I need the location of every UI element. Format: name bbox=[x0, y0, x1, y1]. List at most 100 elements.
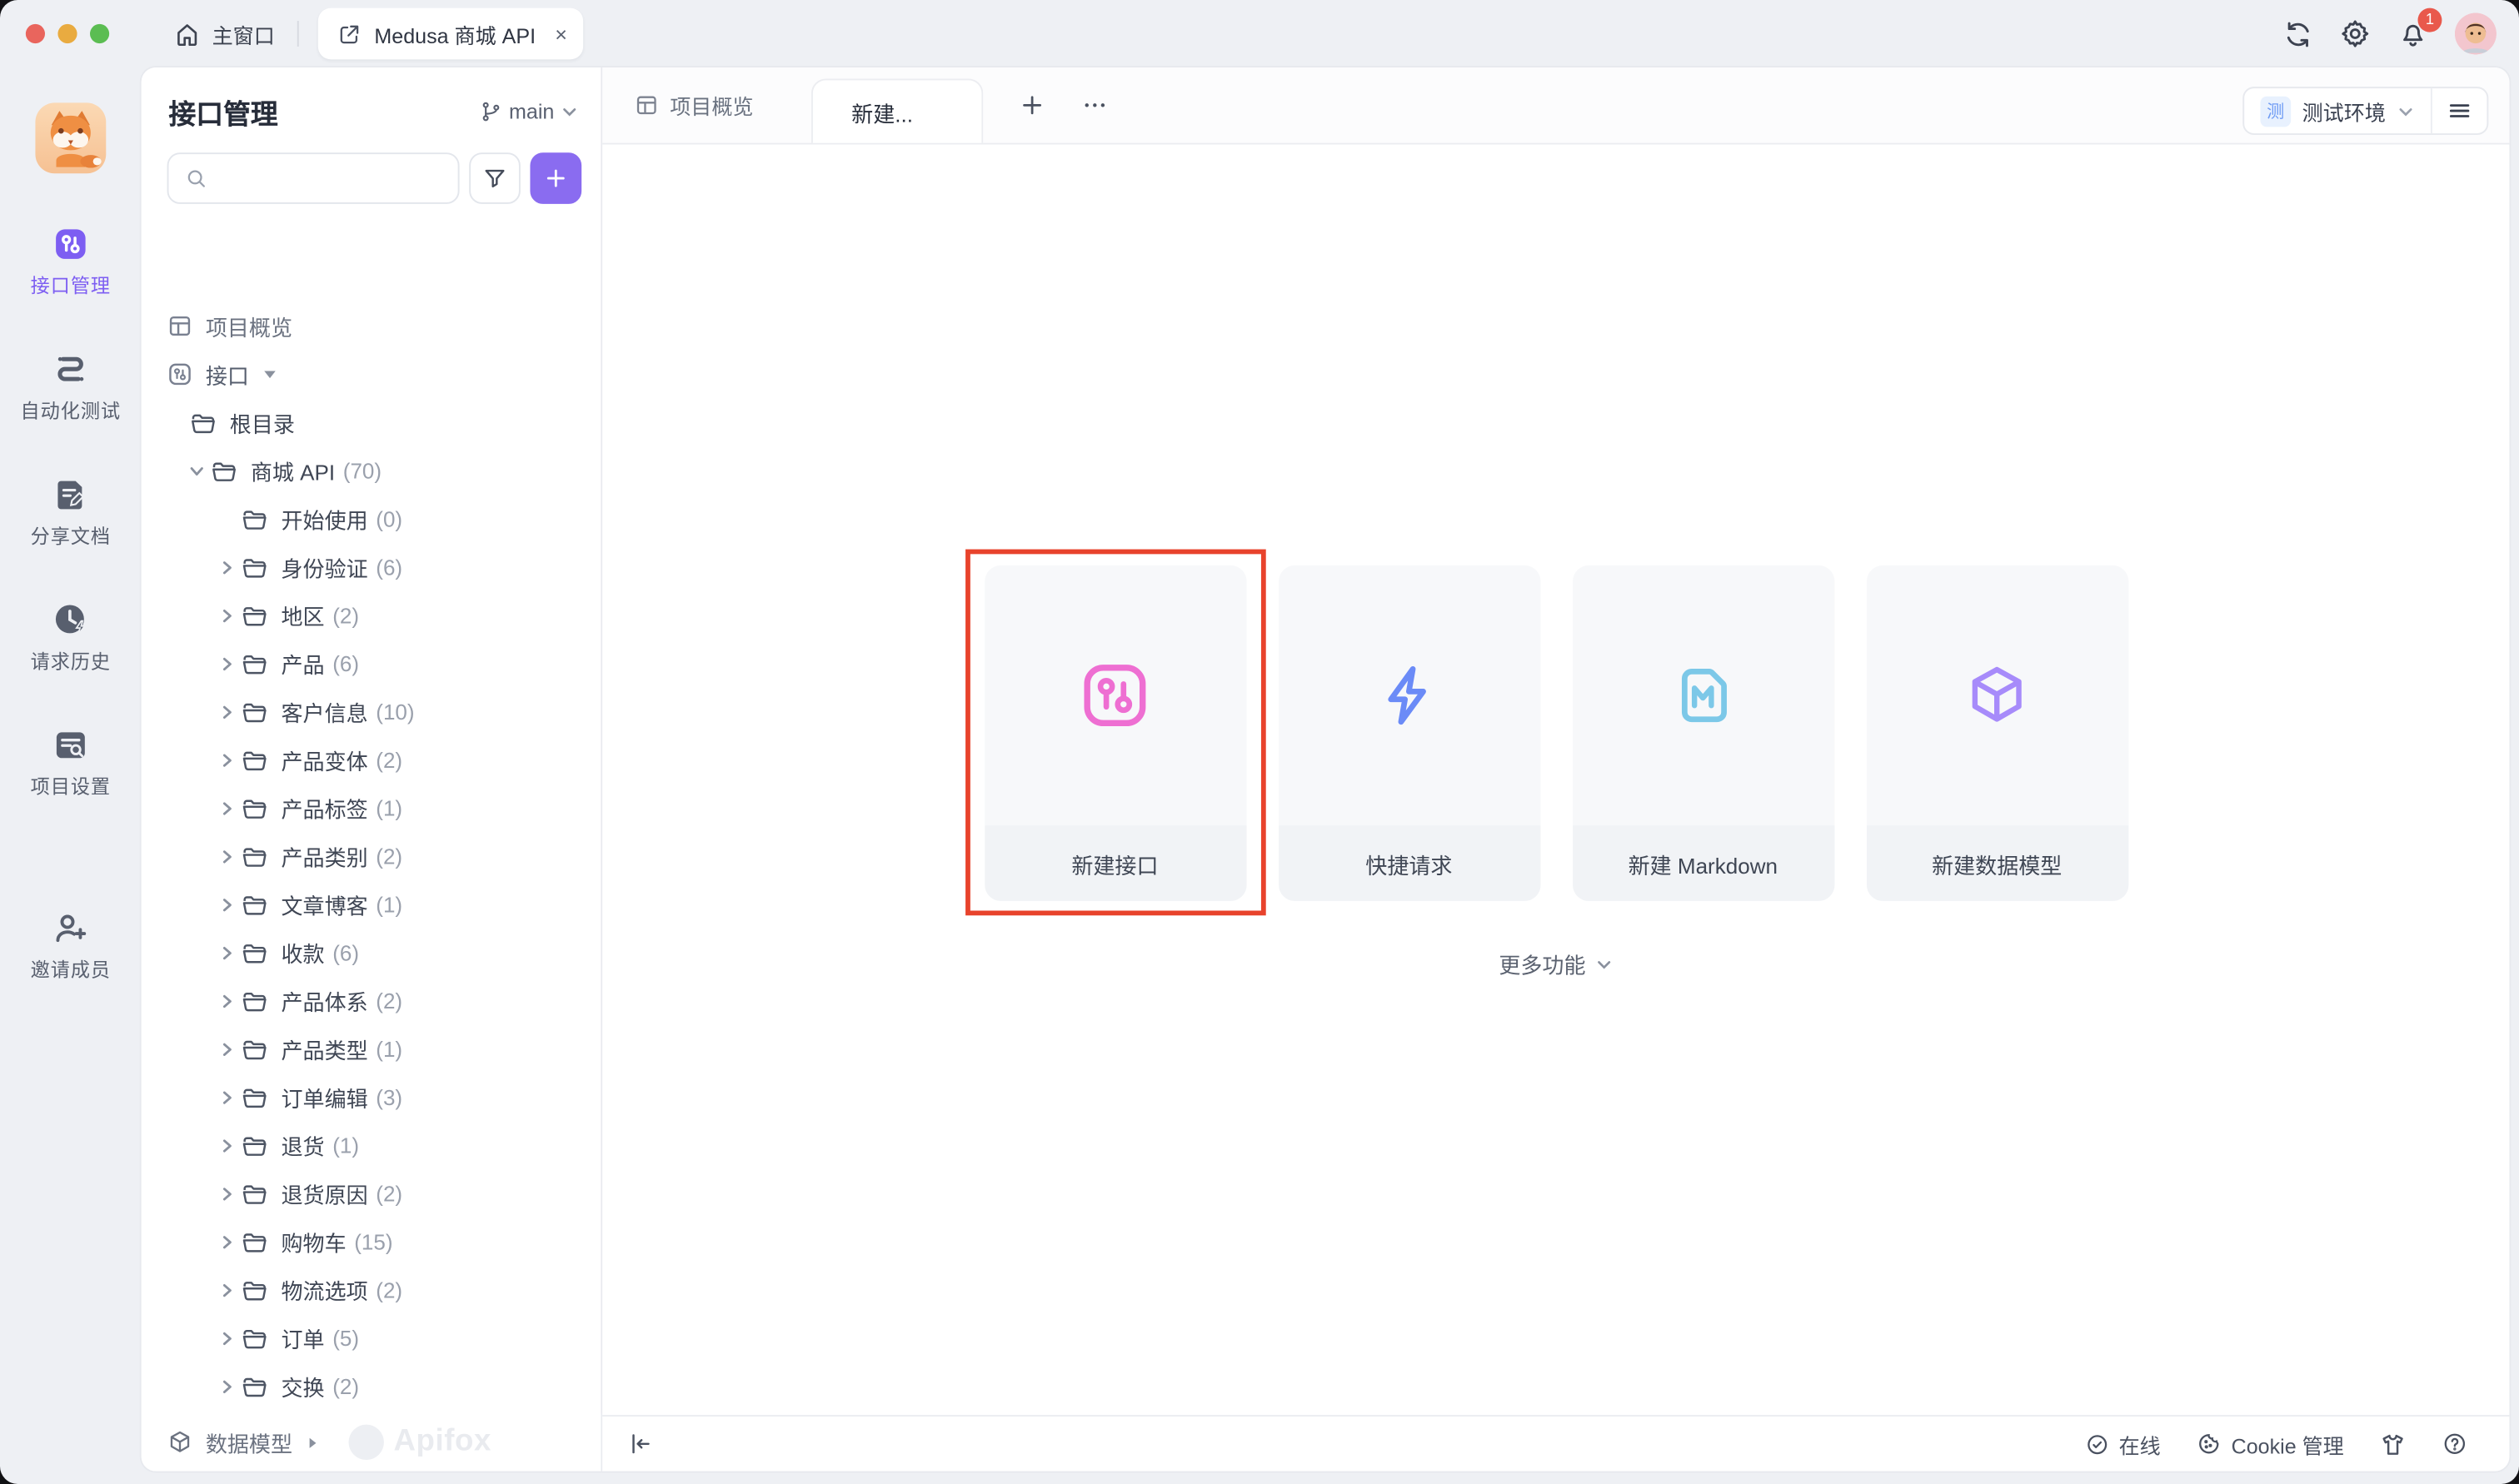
user-avatar[interactable] bbox=[2455, 12, 2497, 54]
project-window-tab[interactable]: Medusa 商城 API × bbox=[318, 8, 583, 60]
tree-folder-row[interactable]: 文章博客 (1) bbox=[142, 880, 601, 929]
folder-count: (70) bbox=[343, 459, 382, 483]
minimize-window-button[interactable] bbox=[57, 24, 77, 43]
folder-name: 订单编辑 bbox=[282, 1081, 368, 1113]
project-tab-label: Medusa 商城 API bbox=[374, 18, 536, 49]
online-status[interactable]: 在线 bbox=[2085, 1428, 2161, 1459]
tree-folder-row[interactable]: 订单编辑 (3) bbox=[142, 1073, 601, 1121]
chevron-icon[interactable] bbox=[212, 1329, 242, 1347]
help-button[interactable] bbox=[2442, 1431, 2467, 1457]
sidebar-item-api[interactable]: 接口 bbox=[142, 350, 601, 398]
tree-folder-row[interactable]: 地区 (2) bbox=[142, 591, 601, 640]
chevron-icon[interactable] bbox=[212, 703, 242, 720]
data-model-row[interactable]: 数据模型 bbox=[167, 1427, 320, 1459]
gear-icon[interactable] bbox=[2339, 17, 2372, 50]
chevron-icon[interactable] bbox=[182, 461, 211, 479]
folder-tree: 根目录 商城 API (70) 开始使用 (0) 身份验证 (6) bbox=[142, 398, 601, 1413]
cookie-manager-button[interactable]: Cookie 管理 bbox=[2196, 1428, 2344, 1459]
tree-folder-row[interactable]: 退货 (1) bbox=[142, 1121, 601, 1169]
folder-icon bbox=[241, 843, 268, 870]
tree-folder-row[interactable]: 产品标签 (1) bbox=[142, 784, 601, 832]
more-features-button[interactable]: 更多功能 bbox=[602, 948, 2509, 980]
project-logo-avatar[interactable] bbox=[35, 102, 106, 173]
tree-folder-row[interactable]: 物流选项 (2) bbox=[142, 1266, 601, 1314]
sidebar-item-project-overview[interactable]: 项目概览 bbox=[142, 302, 601, 351]
theme-button[interactable] bbox=[2379, 1430, 2407, 1457]
rail-item-automation-test[interactable]: 自动化测试 bbox=[0, 350, 142, 424]
tree-folder-row[interactable]: 订单 (5) bbox=[142, 1314, 601, 1362]
rail-item-invite-member[interactable]: 邀请成员 bbox=[0, 909, 142, 984]
data-model-label: 数据模型 bbox=[206, 1427, 292, 1459]
caret-down-icon[interactable] bbox=[262, 366, 277, 382]
tab-label: 项目概览 bbox=[670, 90, 753, 121]
close-tab-icon[interactable]: × bbox=[555, 22, 567, 46]
tree-folder-row[interactable]: 产品类型 (1) bbox=[142, 1024, 601, 1073]
collapse-sidebar-button[interactable] bbox=[628, 1431, 654, 1457]
card-new-markdown[interactable]: 新建 Markdown bbox=[1572, 565, 1833, 901]
automation-icon bbox=[52, 350, 90, 388]
tab-new-active[interactable]: 新建... bbox=[811, 78, 983, 142]
chevron-icon[interactable] bbox=[212, 1136, 242, 1153]
rail-item-share-docs[interactable]: 分享文档 bbox=[0, 476, 142, 550]
rail-item-label: 分享文档 bbox=[31, 522, 111, 550]
add-button[interactable] bbox=[530, 152, 581, 204]
branch-selector[interactable]: main bbox=[478, 100, 578, 124]
card-label: 快捷请求 bbox=[1278, 825, 1539, 901]
folder-count: (2) bbox=[376, 1277, 402, 1302]
tree-folder-row[interactable]: 交换 (2) bbox=[142, 1362, 601, 1410]
folder-icon bbox=[241, 553, 268, 580]
rail-item-request-history[interactable]: 请求历史 bbox=[0, 600, 142, 675]
card-new-api[interactable]: 新建接口 bbox=[984, 565, 1245, 901]
environment-selector[interactable]: 测 测试环境 bbox=[2244, 96, 2431, 127]
chevron-icon[interactable] bbox=[212, 799, 242, 816]
chevron-icon[interactable] bbox=[212, 606, 242, 624]
tree-folder-row[interactable]: 开始使用 (0) bbox=[142, 495, 601, 543]
chevron-icon[interactable] bbox=[212, 655, 242, 672]
tree-folder-row[interactable]: 客户信息 (10) bbox=[142, 687, 601, 735]
notifications-button[interactable]: 1 bbox=[2397, 17, 2429, 50]
card-quick-request[interactable]: 快捷请求 bbox=[1278, 565, 1539, 901]
chevron-icon[interactable] bbox=[212, 558, 242, 575]
folder-icon bbox=[190, 409, 217, 436]
folder-count: (6) bbox=[332, 940, 359, 964]
folder-icon bbox=[241, 1228, 268, 1255]
close-window-button[interactable] bbox=[26, 24, 45, 43]
environment-menu-button[interactable] bbox=[2432, 98, 2487, 124]
chevron-icon[interactable] bbox=[212, 1377, 242, 1395]
chevron-icon[interactable] bbox=[212, 751, 242, 769]
folder-icon bbox=[241, 987, 268, 1014]
tree-folder-row[interactable]: 商城 API (70) bbox=[142, 446, 601, 495]
rail-item-project-settings[interactable]: 项目设置 bbox=[0, 726, 142, 800]
chevron-icon[interactable] bbox=[212, 1233, 242, 1250]
refresh-icon[interactable] bbox=[2283, 18, 2314, 49]
cookie-icon bbox=[2196, 1431, 2222, 1457]
chevron-icon[interactable] bbox=[212, 847, 242, 864]
chevron-icon[interactable] bbox=[212, 944, 242, 961]
tab-project-overview[interactable]: 项目概览 bbox=[635, 90, 754, 121]
new-tab-button[interactable] bbox=[1019, 92, 1046, 119]
tree-folder-row[interactable]: 根目录 bbox=[142, 398, 601, 446]
chevron-icon[interactable] bbox=[212, 992, 242, 1009]
tree-folder-row[interactable]: 身份验证 (6) bbox=[142, 543, 601, 591]
zoom-window-button[interactable] bbox=[90, 24, 109, 43]
chevron-icon[interactable] bbox=[212, 1281, 242, 1298]
project-settings-icon bbox=[52, 726, 90, 764]
tree-folder-row[interactable]: 产品类别 (2) bbox=[142, 832, 601, 880]
tree-folder-row[interactable]: 退货原因 (2) bbox=[142, 1169, 601, 1218]
tree-folder-row[interactable]: 产品变体 (2) bbox=[142, 735, 601, 784]
chevron-icon[interactable] bbox=[212, 1040, 242, 1058]
tab-more-button[interactable] bbox=[1081, 92, 1109, 119]
chevron-icon[interactable] bbox=[212, 895, 242, 913]
tree-folder-row[interactable]: 产品体系 (2) bbox=[142, 977, 601, 1025]
filter-button[interactable] bbox=[469, 152, 521, 204]
search-input[interactable] bbox=[167, 152, 460, 204]
chevron-icon[interactable] bbox=[212, 1184, 242, 1202]
tree-folder-row[interactable]: 购物车 (15) bbox=[142, 1218, 601, 1266]
chevron-icon[interactable] bbox=[212, 1088, 242, 1106]
statusbar: 在线 Cookie 管理 bbox=[602, 1415, 2509, 1472]
home-tab[interactable]: 主窗口 bbox=[173, 18, 275, 49]
tree-folder-row[interactable]: 产品 (6) bbox=[142, 640, 601, 688]
tree-folder-row[interactable]: 收款 (6) bbox=[142, 929, 601, 977]
card-new-data-model[interactable]: 新建数据模型 bbox=[1866, 565, 2127, 901]
rail-item-api-management[interactable]: 接口管理 bbox=[0, 225, 142, 299]
